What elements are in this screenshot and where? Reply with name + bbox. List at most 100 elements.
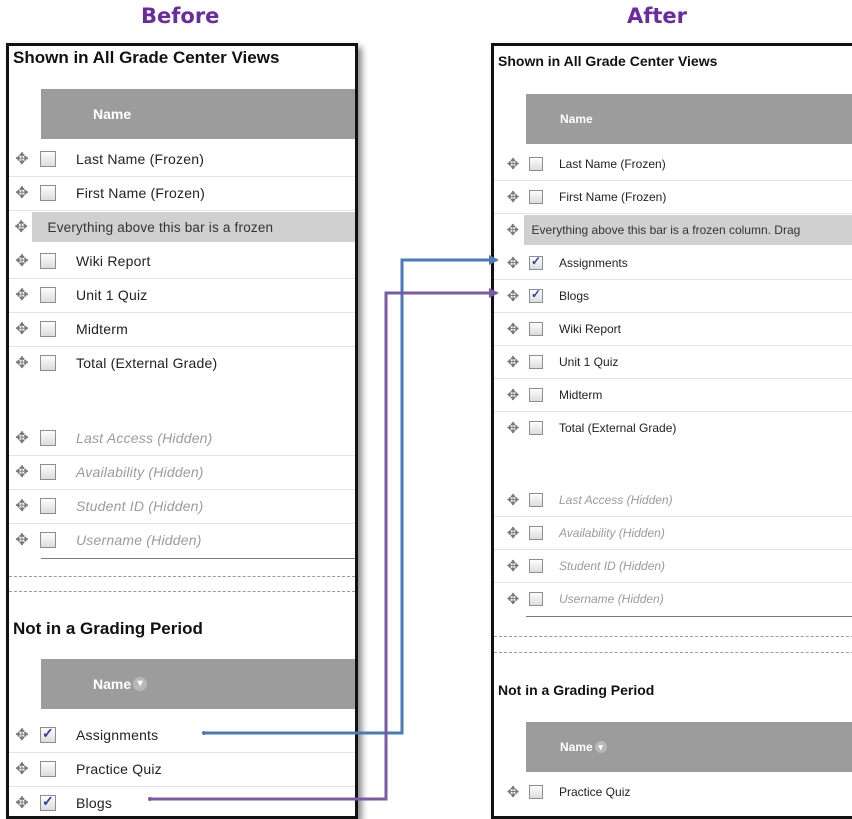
row-checkbox[interactable] [40, 430, 56, 446]
drag-handle-icon[interactable]: ✥ [502, 188, 524, 206]
row-checkbox[interactable] [529, 287, 543, 303]
drag-handle-icon[interactable]: ✥ [11, 353, 33, 373]
list-item[interactable]: ✥ Practice Quiz [494, 775, 852, 808]
list-item[interactable]: ✥ Midterm [494, 378, 852, 412]
row-checkbox[interactable] [40, 498, 56, 514]
column-label: Wiki Report [76, 253, 151, 269]
drag-handle-icon[interactable]: ✥ [502, 320, 524, 338]
list-item[interactable]: ✥ Unit 1 Quiz [9, 278, 355, 313]
row-checkbox[interactable] [529, 156, 543, 171]
row-checkbox[interactable] [40, 532, 56, 548]
drag-handle-icon[interactable]: ✥ [502, 590, 524, 608]
section-divider [9, 591, 355, 592]
row-checkbox[interactable] [529, 420, 543, 435]
drag-handle-icon[interactable]: ✥ [502, 254, 524, 272]
row-checkbox[interactable] [529, 492, 543, 507]
drag-handle-icon[interactable]: ✥ [502, 524, 524, 542]
list-item[interactable]: ✥ First Name (Frozen) [494, 180, 852, 214]
column-label: Unit 1 Quiz [559, 354, 619, 369]
list-item[interactable]: ✥ Last Name (Frozen) [9, 142, 355, 177]
drag-handle-icon[interactable]: ✥ [502, 419, 524, 437]
list-item[interactable]: ✥ Assignments [9, 718, 355, 753]
frozen-divider-row[interactable]: ✥ Everything above this bar is a frozen [9, 210, 355, 244]
list-item[interactable]: ✥ Student ID (Hidden) [9, 489, 355, 524]
list-item[interactable]: ✥ Availability (Hidden) [9, 455, 355, 490]
drag-handle-icon[interactable]: ✥ [11, 725, 33, 745]
row-checkbox[interactable] [529, 784, 543, 799]
row-checkbox[interactable] [529, 525, 543, 540]
row-checkbox[interactable] [40, 151, 56, 167]
list-item[interactable]: ✥ First Name (Frozen) [9, 176, 355, 211]
row-checkbox[interactable] [40, 464, 56, 480]
name-column-header[interactable]: Name ▾ [526, 722, 852, 772]
column-label: Practice Quiz [559, 784, 631, 799]
row-checkbox[interactable] [40, 793, 56, 811]
row-checkbox[interactable] [40, 761, 56, 777]
list-item[interactable]: ✥ Wiki Report [9, 244, 355, 279]
drag-handle-icon[interactable]: ✥ [502, 491, 524, 509]
drag-handle-icon[interactable]: ✥ [502, 783, 524, 801]
row-checkbox[interactable] [529, 189, 543, 204]
list-item[interactable]: ✥ Availability (Hidden) [494, 516, 852, 550]
row-checkbox[interactable] [40, 321, 56, 337]
list-item[interactable]: ✥ Last Name (Frozen) [494, 147, 852, 181]
row-checkbox[interactable] [40, 253, 56, 269]
section-divider [494, 652, 852, 653]
row-checkbox[interactable] [40, 185, 56, 201]
drag-handle-icon[interactable]: ✥ [11, 793, 33, 813]
row-checkbox[interactable] [40, 287, 56, 303]
row-checkbox[interactable] [529, 321, 543, 336]
drag-handle-icon[interactable]: ✥ [502, 353, 524, 371]
drag-handle-icon[interactable]: ✥ [11, 149, 33, 169]
drag-handle-icon[interactable]: ✥ [11, 319, 33, 339]
section-title-shown-all-views: Shown in All Grade Center Views [498, 53, 718, 69]
drag-handle-icon[interactable]: ✥ [502, 221, 524, 239]
drag-handle-icon[interactable]: ✥ [11, 530, 33, 550]
frozen-column-bar[interactable]: Everything above this bar is a frozen co… [523, 214, 852, 245]
drag-handle-icon[interactable]: ✥ [502, 287, 524, 305]
row-checkbox[interactable] [529, 387, 543, 402]
drag-handle-icon[interactable]: ✥ [11, 496, 33, 516]
name-column-header[interactable]: Name [526, 94, 852, 144]
drag-handle-icon[interactable]: ✥ [11, 285, 33, 305]
row-checkbox[interactable] [40, 355, 56, 371]
drag-handle-icon[interactable]: ✥ [11, 759, 33, 779]
frozen-divider-row[interactable]: ✥ Everything above this bar is a frozen … [494, 213, 852, 246]
list-item[interactable]: ✥ Blogs [9, 786, 355, 816]
drag-handle-icon[interactable]: ✥ [11, 251, 33, 271]
drag-handle-icon[interactable]: ✥ [11, 183, 33, 203]
column-label: Availability (Hidden) [559, 525, 665, 540]
list-item[interactable]: ✥ Blogs [494, 279, 852, 313]
list-item[interactable]: ✥ Midterm [9, 312, 355, 347]
list-item[interactable]: ✥ Username (Hidden) [9, 523, 355, 557]
drag-handle-icon[interactable]: ✥ [11, 462, 33, 482]
list-item[interactable]: ✥ Wiki Report [494, 312, 852, 346]
drag-handle-icon[interactable]: ✥ [11, 428, 33, 448]
name-column-header[interactable]: Name [41, 89, 355, 139]
row-checkbox[interactable] [40, 725, 56, 743]
chevron-down-icon[interactable]: ▾ [594, 741, 607, 753]
chevron-down-icon[interactable]: ▾ [133, 677, 148, 691]
name-column-header[interactable]: Name ▾ [41, 659, 355, 709]
row-checkbox[interactable] [529, 558, 543, 573]
column-label: Last Name (Frozen) [559, 156, 666, 171]
drag-handle-icon[interactable]: ✥ [11, 217, 32, 237]
list-item[interactable]: ✥ Username (Hidden) [494, 582, 852, 615]
list-item[interactable]: ✥ Last Access (Hidden) [494, 483, 852, 517]
list-item[interactable]: ✥ Total (External Grade) [9, 346, 355, 380]
row-checkbox[interactable] [529, 354, 543, 369]
row-checkbox[interactable] [529, 254, 543, 270]
list-item[interactable]: ✥ Assignments [494, 246, 852, 280]
list-item[interactable]: ✥ Unit 1 Quiz [494, 345, 852, 379]
frozen-column-bar[interactable]: Everything above this bar is a frozen [31, 212, 355, 242]
name-header-label: Name [560, 740, 593, 754]
list-item[interactable]: ✥ Student ID (Hidden) [494, 549, 852, 583]
list-item[interactable]: ✥ Last Access (Hidden) [9, 421, 355, 456]
drag-handle-icon[interactable]: ✥ [502, 155, 524, 173]
list-item[interactable]: ✥ Total (External Grade) [494, 411, 852, 444]
drag-handle-icon[interactable]: ✥ [502, 557, 524, 575]
drag-handle-icon[interactable]: ✥ [502, 386, 524, 404]
row-checkbox[interactable] [529, 591, 543, 606]
column-label: Student ID (Hidden) [559, 558, 666, 573]
list-item[interactable]: ✥ Practice Quiz [9, 752, 355, 787]
